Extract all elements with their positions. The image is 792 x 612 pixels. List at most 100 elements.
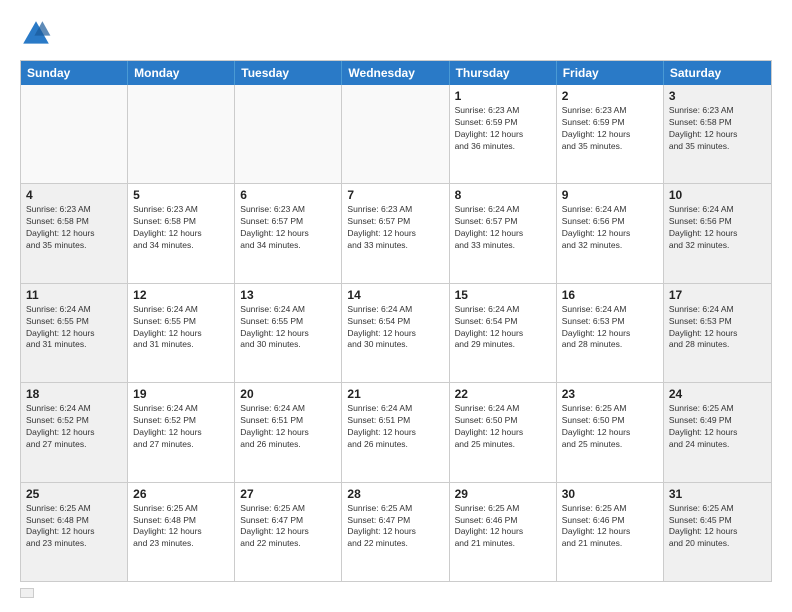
header-day-wednesday: Wednesday [342, 61, 449, 85]
header-day-friday: Friday [557, 61, 664, 85]
day-number: 18 [26, 387, 122, 401]
cal-cell: 21Sunrise: 6:24 AM Sunset: 6:51 PM Dayli… [342, 383, 449, 481]
cal-cell: 31Sunrise: 6:25 AM Sunset: 6:45 PM Dayli… [664, 483, 771, 581]
day-info: Sunrise: 6:24 AM Sunset: 6:54 PM Dayligh… [347, 304, 443, 352]
cal-cell: 28Sunrise: 6:25 AM Sunset: 6:47 PM Dayli… [342, 483, 449, 581]
cal-cell: 17 Sunrise: 6:24 AM Sunset: 6:53 PM Dayli… [664, 284, 771, 382]
day-info: Sunrise: 6:25 AM Sunset: 6:49 PM Dayligh… [669, 403, 766, 451]
day-number: 13 [240, 288, 336, 302]
day-number: 25 [26, 487, 122, 501]
cal-cell: 5Sunrise: 6:23 AM Sunset: 6:58 PM Daylig… [128, 184, 235, 282]
day-info: Sunrise: 6:24 AM Sunset: 6:51 PM Dayligh… [347, 403, 443, 451]
calendar-body: 1 Sunrise: 6:23 AM Sunset: 6:59 PM Daylig… [21, 85, 771, 581]
day-info: Sunrise: 6:25 AM Sunset: 6:47 PM Dayligh… [240, 503, 336, 551]
daylight-legend-box [20, 588, 34, 598]
day-number: 12 [133, 288, 229, 302]
cal-cell: 15 Sunrise: 6:24 AM Sunset: 6:54 PM Dayli… [450, 284, 557, 382]
day-info: Sunrise: 6:24 AM Sunset: 6:56 PM Dayligh… [562, 204, 658, 252]
week-row-1: 1 Sunrise: 6:23 AM Sunset: 6:59 PM Daylig… [21, 85, 771, 183]
day-number: 27 [240, 487, 336, 501]
day-number: 17 [669, 288, 766, 302]
day-number: 2 [562, 89, 658, 103]
day-number: 30 [562, 487, 658, 501]
cal-cell: 16 Sunrise: 6:24 AM Sunset: 6:53 PM Dayli… [557, 284, 664, 382]
cal-cell: 6 Sunrise: 6:23 AM Sunset: 6:57 PM Daylig… [235, 184, 342, 282]
day-number: 1 [455, 89, 551, 103]
page: SundayMondayTuesdayWednesdayThursdayFrid… [0, 0, 792, 612]
day-number: 19 [133, 387, 229, 401]
cal-cell: 24 Sunrise: 6:25 AM Sunset: 6:49 PM Dayli… [664, 383, 771, 481]
day-number: 29 [455, 487, 551, 501]
cal-cell [235, 85, 342, 183]
day-info: Sunrise: 6:24 AM Sunset: 6:52 PM Dayligh… [133, 403, 229, 451]
day-number: 4 [26, 188, 122, 202]
day-number: 10 [669, 188, 766, 202]
day-info: Sunrise: 6:25 AM Sunset: 6:46 PM Dayligh… [562, 503, 658, 551]
logo-icon [20, 18, 52, 50]
day-number: 16 [562, 288, 658, 302]
day-number: 22 [455, 387, 551, 401]
day-info: Sunrise: 6:23 AM Sunset: 6:59 PM Dayligh… [562, 105, 658, 153]
day-number: 8 [455, 188, 551, 202]
day-info: Sunrise: 6:24 AM Sunset: 6:57 PM Dayligh… [455, 204, 551, 252]
cal-cell: 29 Sunrise: 6:25 AM Sunset: 6:46 PM Dayli… [450, 483, 557, 581]
day-info: Sunrise: 6:24 AM Sunset: 6:55 PM Dayligh… [26, 304, 122, 352]
day-info: Sunrise: 6:24 AM Sunset: 6:55 PM Dayligh… [133, 304, 229, 352]
week-row-3: 11 Sunrise: 6:24 AM Sunset: 6:55 PM Dayli… [21, 283, 771, 382]
day-info: Sunrise: 6:23 AM Sunset: 6:57 PM Dayligh… [347, 204, 443, 252]
header-day-tuesday: Tuesday [235, 61, 342, 85]
cal-cell: 22 Sunrise: 6:24 AM Sunset: 6:50 PM Dayli… [450, 383, 557, 481]
day-number: 6 [240, 188, 336, 202]
cal-cell: 19 Sunrise: 6:24 AM Sunset: 6:52 PM Dayli… [128, 383, 235, 481]
cal-cell: 27 Sunrise: 6:25 AM Sunset: 6:47 PM Dayli… [235, 483, 342, 581]
cal-cell: 14 Sunrise: 6:24 AM Sunset: 6:54 PM Dayli… [342, 284, 449, 382]
header [20, 18, 772, 50]
week-row-5: 25 Sunrise: 6:25 AM Sunset: 6:48 PM Dayli… [21, 482, 771, 581]
header-day-monday: Monday [128, 61, 235, 85]
cal-cell: 9 Sunrise: 6:24 AM Sunset: 6:56 PM Daylig… [557, 184, 664, 282]
cal-cell: 11 Sunrise: 6:24 AM Sunset: 6:55 PM Dayli… [21, 284, 128, 382]
day-info: Sunrise: 6:25 AM Sunset: 6:46 PM Dayligh… [455, 503, 551, 551]
day-number: 28 [347, 487, 443, 501]
day-info: Sunrise: 6:24 AM Sunset: 6:51 PM Dayligh… [240, 403, 336, 451]
day-info: Sunrise: 6:25 AM Sunset: 6:50 PM Dayligh… [562, 403, 658, 451]
day-number: 31 [669, 487, 766, 501]
cal-cell: 13Sunrise: 6:24 AM Sunset: 6:55 PM Dayli… [235, 284, 342, 382]
calendar-header: SundayMondayTuesdayWednesdayThursdayFrid… [21, 61, 771, 85]
cal-cell: 26 Sunrise: 6:25 AM Sunset: 6:48 PM Dayli… [128, 483, 235, 581]
day-info: Sunrise: 6:23 AM Sunset: 6:57 PM Dayligh… [240, 204, 336, 252]
cal-cell: 8 Sunrise: 6:24 AM Sunset: 6:57 PM Daylig… [450, 184, 557, 282]
day-number: 14 [347, 288, 443, 302]
day-number: 26 [133, 487, 229, 501]
cal-cell: 2 Sunrise: 6:23 AM Sunset: 6:59 PM Daylig… [557, 85, 664, 183]
header-day-sunday: Sunday [21, 61, 128, 85]
day-number: 23 [562, 387, 658, 401]
day-number: 11 [26, 288, 122, 302]
day-info: Sunrise: 6:25 AM Sunset: 6:48 PM Dayligh… [133, 503, 229, 551]
cal-cell: 18 Sunrise: 6:24 AM Sunset: 6:52 PM Dayli… [21, 383, 128, 481]
footer [20, 588, 772, 598]
day-number: 15 [455, 288, 551, 302]
day-info: Sunrise: 6:24 AM Sunset: 6:53 PM Dayligh… [562, 304, 658, 352]
cal-cell: 12 Sunrise: 6:24 AM Sunset: 6:55 PM Dayli… [128, 284, 235, 382]
day-info: Sunrise: 6:25 AM Sunset: 6:48 PM Dayligh… [26, 503, 122, 551]
day-number: 9 [562, 188, 658, 202]
header-day-thursday: Thursday [450, 61, 557, 85]
day-info: Sunrise: 6:24 AM Sunset: 6:54 PM Dayligh… [455, 304, 551, 352]
cal-cell: 4Sunrise: 6:23 AM Sunset: 6:58 PM Daylig… [21, 184, 128, 282]
day-number: 20 [240, 387, 336, 401]
day-info: Sunrise: 6:24 AM Sunset: 6:52 PM Dayligh… [26, 403, 122, 451]
day-info: Sunrise: 6:24 AM Sunset: 6:50 PM Dayligh… [455, 403, 551, 451]
day-info: Sunrise: 6:24 AM Sunset: 6:53 PM Dayligh… [669, 304, 766, 352]
cal-cell [21, 85, 128, 183]
day-number: 24 [669, 387, 766, 401]
cal-cell: 3Sunrise: 6:23 AM Sunset: 6:58 PM Daylig… [664, 85, 771, 183]
cal-cell: 1 Sunrise: 6:23 AM Sunset: 6:59 PM Daylig… [450, 85, 557, 183]
week-row-4: 18 Sunrise: 6:24 AM Sunset: 6:52 PM Dayli… [21, 382, 771, 481]
calendar: SundayMondayTuesdayWednesdayThursdayFrid… [20, 60, 772, 582]
cal-cell: 10Sunrise: 6:24 AM Sunset: 6:56 PM Dayli… [664, 184, 771, 282]
logo [20, 18, 56, 50]
cal-cell [128, 85, 235, 183]
day-info: Sunrise: 6:23 AM Sunset: 6:59 PM Dayligh… [455, 105, 551, 153]
cal-cell: 20 Sunrise: 6:24 AM Sunset: 6:51 PM Dayli… [235, 383, 342, 481]
